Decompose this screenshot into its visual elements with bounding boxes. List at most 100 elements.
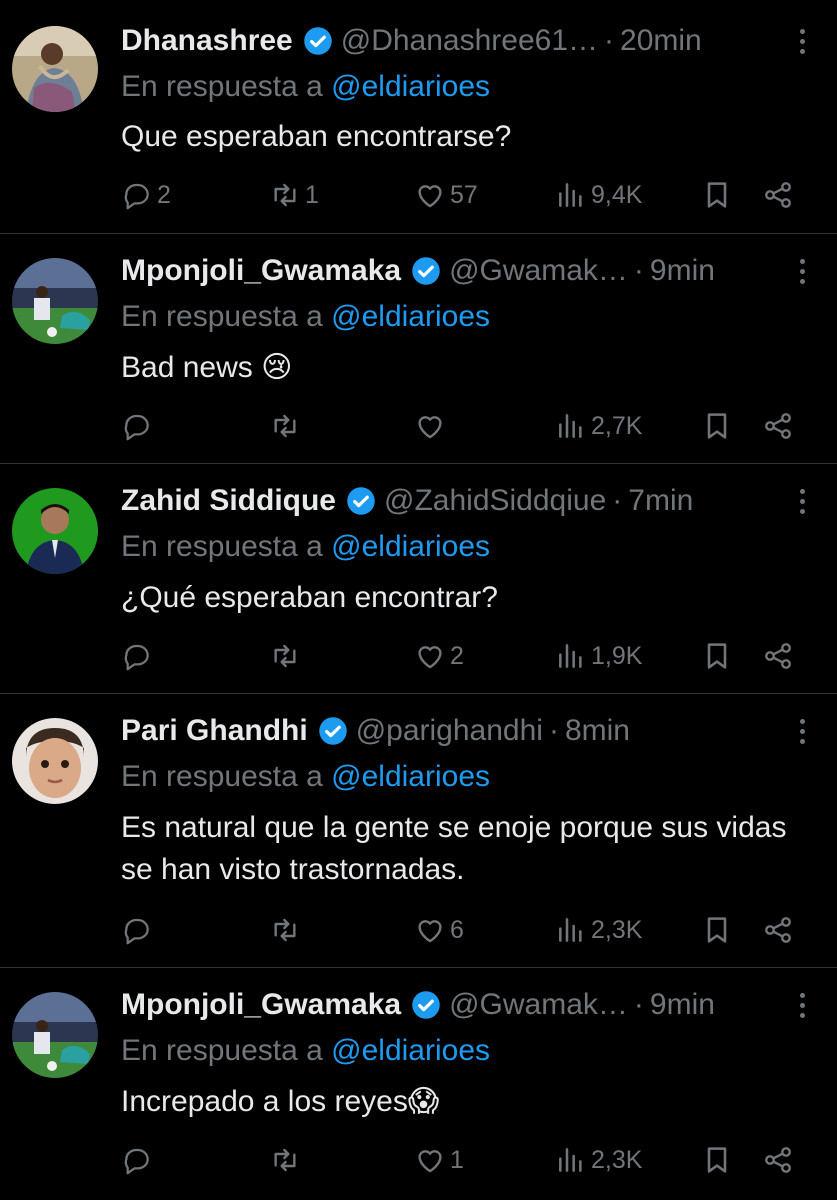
reply-context: En respuesta a @eldiarioes — [121, 1031, 490, 1071]
bookmark-icon — [707, 917, 727, 943]
verified-badge-icon — [318, 716, 348, 746]
bookmark-button[interactable] — [701, 175, 733, 215]
retweet-button[interactable] — [269, 1140, 305, 1180]
action-bar: 2 1,9K — [121, 636, 837, 676]
reply-context: En respuesta a @eldiarioes — [121, 67, 490, 107]
tweet[interactable]: Mponjoli_Gwamaka @Gwamak… · 9min En resp… — [0, 968, 837, 1200]
timestamp[interactable]: 20min — [620, 21, 702, 61]
share-icon — [765, 917, 791, 943]
reply-count: 2 — [157, 180, 171, 209]
action-bar: 1 2,3K — [121, 1140, 837, 1180]
views-button[interactable]: 9,4K — [555, 175, 642, 215]
separator-dot: · — [633, 254, 644, 287]
retweet-icon — [274, 918, 296, 942]
reply-context: En respuesta a @eldiarioes — [121, 297, 490, 337]
reply-button[interactable]: 2 — [121, 175, 171, 215]
mention-link[interactable]: @eldiarioes — [331, 300, 490, 333]
verified-badge-icon — [411, 256, 441, 286]
retweet-button[interactable] — [269, 636, 305, 676]
reply-icon — [124, 918, 149, 945]
tweet-text: Que esperaban encontrarse? — [121, 120, 512, 153]
more-options-icon[interactable] — [787, 251, 817, 291]
user-handle[interactable]: @Dhanashree61… — [341, 21, 598, 61]
timestamp[interactable]: 8min — [565, 711, 630, 751]
mention-link[interactable]: @eldiarioes — [331, 530, 490, 563]
like-button[interactable]: 6 — [414, 910, 464, 950]
tweet[interactable]: Mponjoli_Gwamaka @Gwamak… · 9min En resp… — [0, 234, 837, 464]
avatar[interactable] — [12, 26, 98, 112]
retweet-button[interactable] — [269, 406, 305, 446]
reply-button[interactable] — [121, 1140, 157, 1180]
user-handle[interactable]: @Gwamak… — [449, 251, 628, 291]
mention-link[interactable]: @eldiarioes — [331, 760, 490, 793]
like-button[interactable]: 57 — [414, 175, 478, 215]
heart-icon — [418, 416, 442, 439]
mention-link[interactable]: @eldiarioes — [331, 70, 490, 103]
reply-prefix: En respuesta a — [121, 1034, 323, 1067]
views-button[interactable]: 1,9K — [555, 636, 642, 676]
verified-badge-icon — [346, 486, 376, 516]
share-button[interactable] — [762, 175, 794, 215]
timestamp[interactable]: 7min — [628, 481, 693, 521]
bookmark-icon — [707, 182, 727, 208]
retweet-icon — [274, 1148, 296, 1172]
separator-dot: · — [612, 484, 623, 517]
more-options-icon[interactable] — [787, 21, 817, 61]
avatar[interactable] — [12, 992, 98, 1078]
share-button[interactable] — [762, 406, 794, 446]
share-icon — [765, 1147, 791, 1173]
tweet[interactable]: Dhanashree @Dhanashree61… · 20min En res… — [0, 0, 837, 234]
tweet-text: Bad news 😢 — [121, 351, 293, 384]
bookmark-icon — [707, 1147, 727, 1173]
avatar[interactable] — [12, 718, 98, 804]
mention-link[interactable]: @eldiarioes — [331, 1034, 490, 1067]
user-handle[interactable]: @Gwamak… — [449, 985, 628, 1025]
share-button[interactable] — [762, 636, 794, 676]
reply-prefix: En respuesta a — [121, 300, 323, 333]
display-name[interactable]: Pari Ghandhi — [121, 711, 308, 751]
views-button[interactable]: 2,3K — [555, 910, 642, 950]
reply-button[interactable] — [121, 910, 157, 950]
display-name[interactable]: Mponjoli_Gwamaka — [121, 985, 401, 1025]
heart-icon — [418, 646, 442, 669]
more-options-icon[interactable] — [787, 711, 817, 751]
tweet-text: Es natural que la gente se enoje porque … — [121, 811, 787, 886]
views-button[interactable]: 2,7K — [555, 406, 642, 446]
user-handle[interactable]: @ZahidSiddqiue — [384, 481, 606, 521]
more-options-icon[interactable] — [787, 985, 817, 1025]
view-count: 2,3K — [591, 1145, 643, 1174]
retweet-count: 1 — [305, 180, 319, 209]
bookmark-button[interactable] — [701, 910, 733, 950]
bookmark-button[interactable] — [701, 1140, 733, 1180]
views-button[interactable]: 2,3K — [555, 1140, 642, 1180]
reply-button[interactable] — [121, 406, 157, 446]
retweet-button[interactable] — [269, 910, 305, 950]
view-count: 2,7K — [591, 411, 643, 440]
display-name[interactable]: Dhanashree — [121, 21, 293, 61]
display-name[interactable]: Mponjoli_Gwamaka — [121, 251, 401, 291]
reply-button[interactable] — [121, 636, 157, 676]
action-bar: 2,7K — [121, 406, 837, 446]
retweet-button[interactable]: 1 — [269, 175, 319, 215]
share-button[interactable] — [762, 1140, 794, 1180]
tweet[interactable]: Pari Ghandhi @parighandhi · 8min En resp… — [0, 694, 837, 968]
avatar[interactable] — [12, 488, 98, 574]
timestamp[interactable]: 9min — [650, 251, 715, 291]
separator-dot: · — [604, 24, 615, 57]
display-name[interactable]: Zahid Siddique — [121, 481, 336, 521]
user-avatar-icon — [12, 488, 98, 574]
avatar[interactable] — [12, 258, 98, 344]
like-button[interactable] — [414, 406, 450, 446]
retweet-icon — [274, 414, 296, 438]
retweet-icon — [274, 183, 296, 207]
like-button[interactable]: 2 — [414, 636, 464, 676]
user-handle[interactable]: @parighandhi — [356, 711, 543, 751]
like-button[interactable]: 1 — [414, 1140, 464, 1180]
user-avatar-icon — [12, 718, 98, 804]
bookmark-button[interactable] — [701, 636, 733, 676]
bookmark-button[interactable] — [701, 406, 733, 446]
timestamp[interactable]: 9min — [650, 985, 715, 1025]
more-options-icon[interactable] — [787, 481, 817, 521]
tweet[interactable]: Zahid Siddique @ZahidSiddqiue · 7min En … — [0, 464, 837, 694]
share-button[interactable] — [762, 910, 794, 950]
